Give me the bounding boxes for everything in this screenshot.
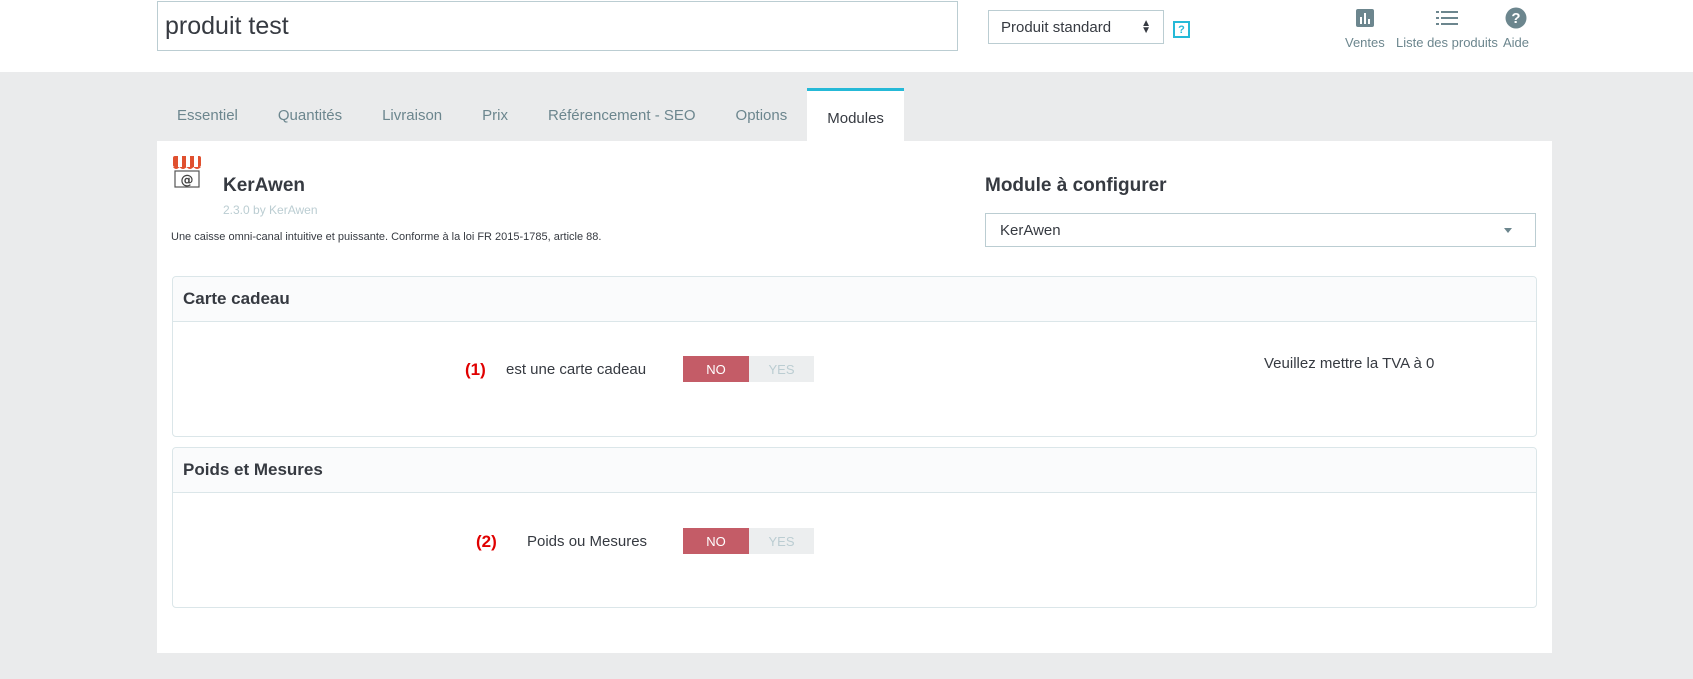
product-tabs: Essentiel Quantités Livraison Prix Référ… [157,88,904,141]
toolbar-liste-button[interactable]: Liste des produits [1396,6,1498,50]
module-name: KerAwen [223,175,306,196]
shop-at-icon: @ [172,156,202,188]
marker-label: (2) [476,532,497,551]
marker-label: (1) [465,360,486,379]
tab-modules[interactable]: Modules [807,88,904,141]
bar-chart-icon [1355,6,1375,30]
switch-yes-option[interactable]: YES [749,528,814,554]
configure-title: Module à configurer [985,175,1167,196]
toolbar-liste-label: Liste des produits [1396,35,1498,50]
list-icon [1435,6,1458,30]
tab-prix[interactable]: Prix [462,88,528,141]
field-label: Poids ou Mesures [527,533,648,550]
tab-options[interactable]: Options [716,88,808,141]
module-select[interactable]: KerAwen [985,213,1536,247]
module-version: 2.3.0 by KerAwen [223,203,318,217]
tva-note: Veuillez mettre la TVA à 0 [1264,355,1435,372]
tab-livraison[interactable]: Livraison [362,88,462,141]
poids-mesures-switch[interactable]: NO YES [683,528,814,554]
module-select-value: KerAwen [1000,221,1061,239]
switch-no-option[interactable]: NO [683,528,749,554]
toolbar-aide-button[interactable]: ? Aide [1503,6,1529,50]
tab-referencement-seo[interactable]: Référencement - SEO [528,88,716,141]
field-label: est une carte cadeau [506,361,647,378]
help-circle-icon: ? [1505,6,1527,30]
switch-no-option[interactable]: NO [683,356,749,382]
toolbar-aide-label: Aide [1503,35,1530,50]
svg-text:@: @ [181,173,194,188]
toolbar-ventes-label: Ventes [1345,35,1385,50]
card-title: Carte cadeau [173,277,1536,322]
updown-arrows-icon: ▲ ▼ [1141,18,1151,36]
tab-essentiel[interactable]: Essentiel [157,88,258,141]
tab-quantites[interactable]: Quantités [258,88,362,141]
product-name-input[interactable] [157,1,958,51]
header: Produit standard ▲▼ ? Ventes Liste des p… [0,0,1693,72]
product-type-select[interactable]: Produit standard ▲ ▼ [988,10,1164,44]
carte-cadeau-switch[interactable]: NO YES [683,356,814,382]
switch-yes-option[interactable]: YES [749,356,814,382]
chevron-down-icon [1504,227,1512,233]
help-icon[interactable]: ? [1173,21,1190,38]
toolbar-ventes-button[interactable]: Ventes [1345,6,1385,50]
module-description: Une caisse omni-canal intuitive et puiss… [171,231,602,243]
card-title: Poids et Mesures [173,448,1536,493]
svg-text:?: ? [1511,10,1520,27]
card-poids-mesures: Poids et Mesures [172,447,1537,608]
product-type-value: Produit standard [1001,18,1112,36]
